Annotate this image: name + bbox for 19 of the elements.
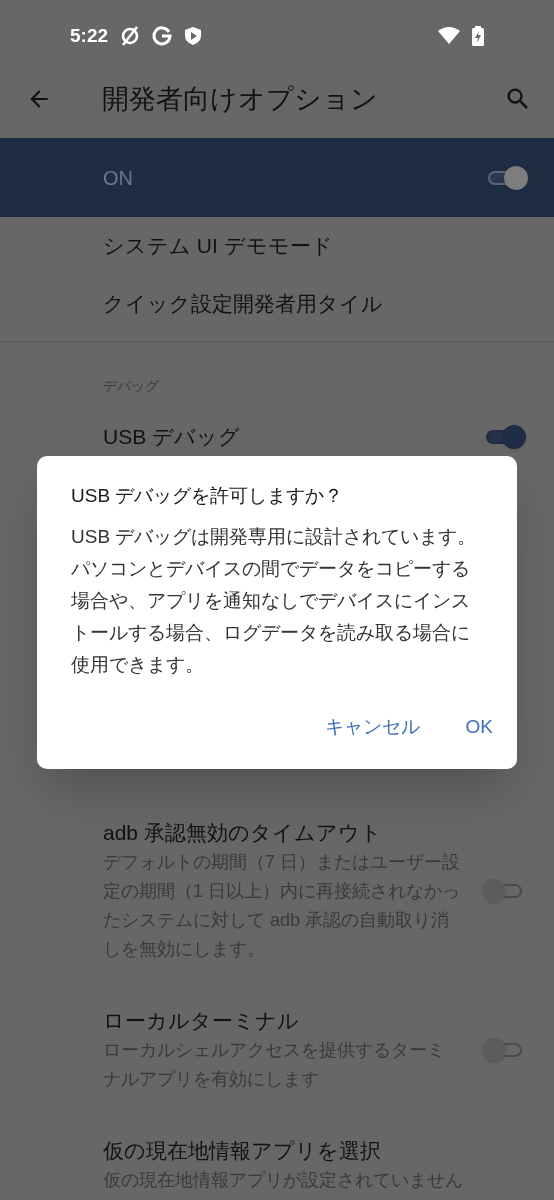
dialog-message: USB デバッグは開発専用に設計されています。パソコンとデバイスの間でデータをコピーする場合や、アプリを通知なしでデバイスにインストールする場合、ログデータを読み取る場合に使用できます。	[71, 524, 478, 677]
preference-title[interactable]: ローカルターミナル	[103, 1006, 482, 1036]
master-switch-label: ON	[103, 165, 134, 191]
status-time: 5:22	[70, 23, 109, 48]
preference-title[interactable]: システム UI デモモード	[103, 231, 526, 261]
preference-title[interactable]: USB デバッグ	[103, 422, 482, 452]
battery-charging-icon	[472, 26, 484, 46]
preference-title[interactable]: 仮の現在地情報アプリを選択	[103, 1136, 526, 1166]
wifi-icon	[438, 27, 460, 45]
dialog-button[interactable]: OK	[453, 704, 505, 749]
dialog-button[interactable]: キャンセル	[312, 704, 432, 749]
preference-title[interactable]: adb 承認無効のタイムアウト	[103, 818, 482, 848]
empty-set-icon	[120, 26, 141, 46]
g-logo-icon	[152, 26, 173, 46]
shield-play-icon	[184, 26, 203, 46]
preference-title[interactable]: クイック設定開発者用タイル	[103, 289, 526, 319]
toolbar-title: 開発者向けオプション	[102, 82, 379, 116]
master-switch-bar[interactable]: ON	[0, 138, 554, 217]
dialog-title: USB デバッグを許可しますか？	[71, 484, 345, 508]
